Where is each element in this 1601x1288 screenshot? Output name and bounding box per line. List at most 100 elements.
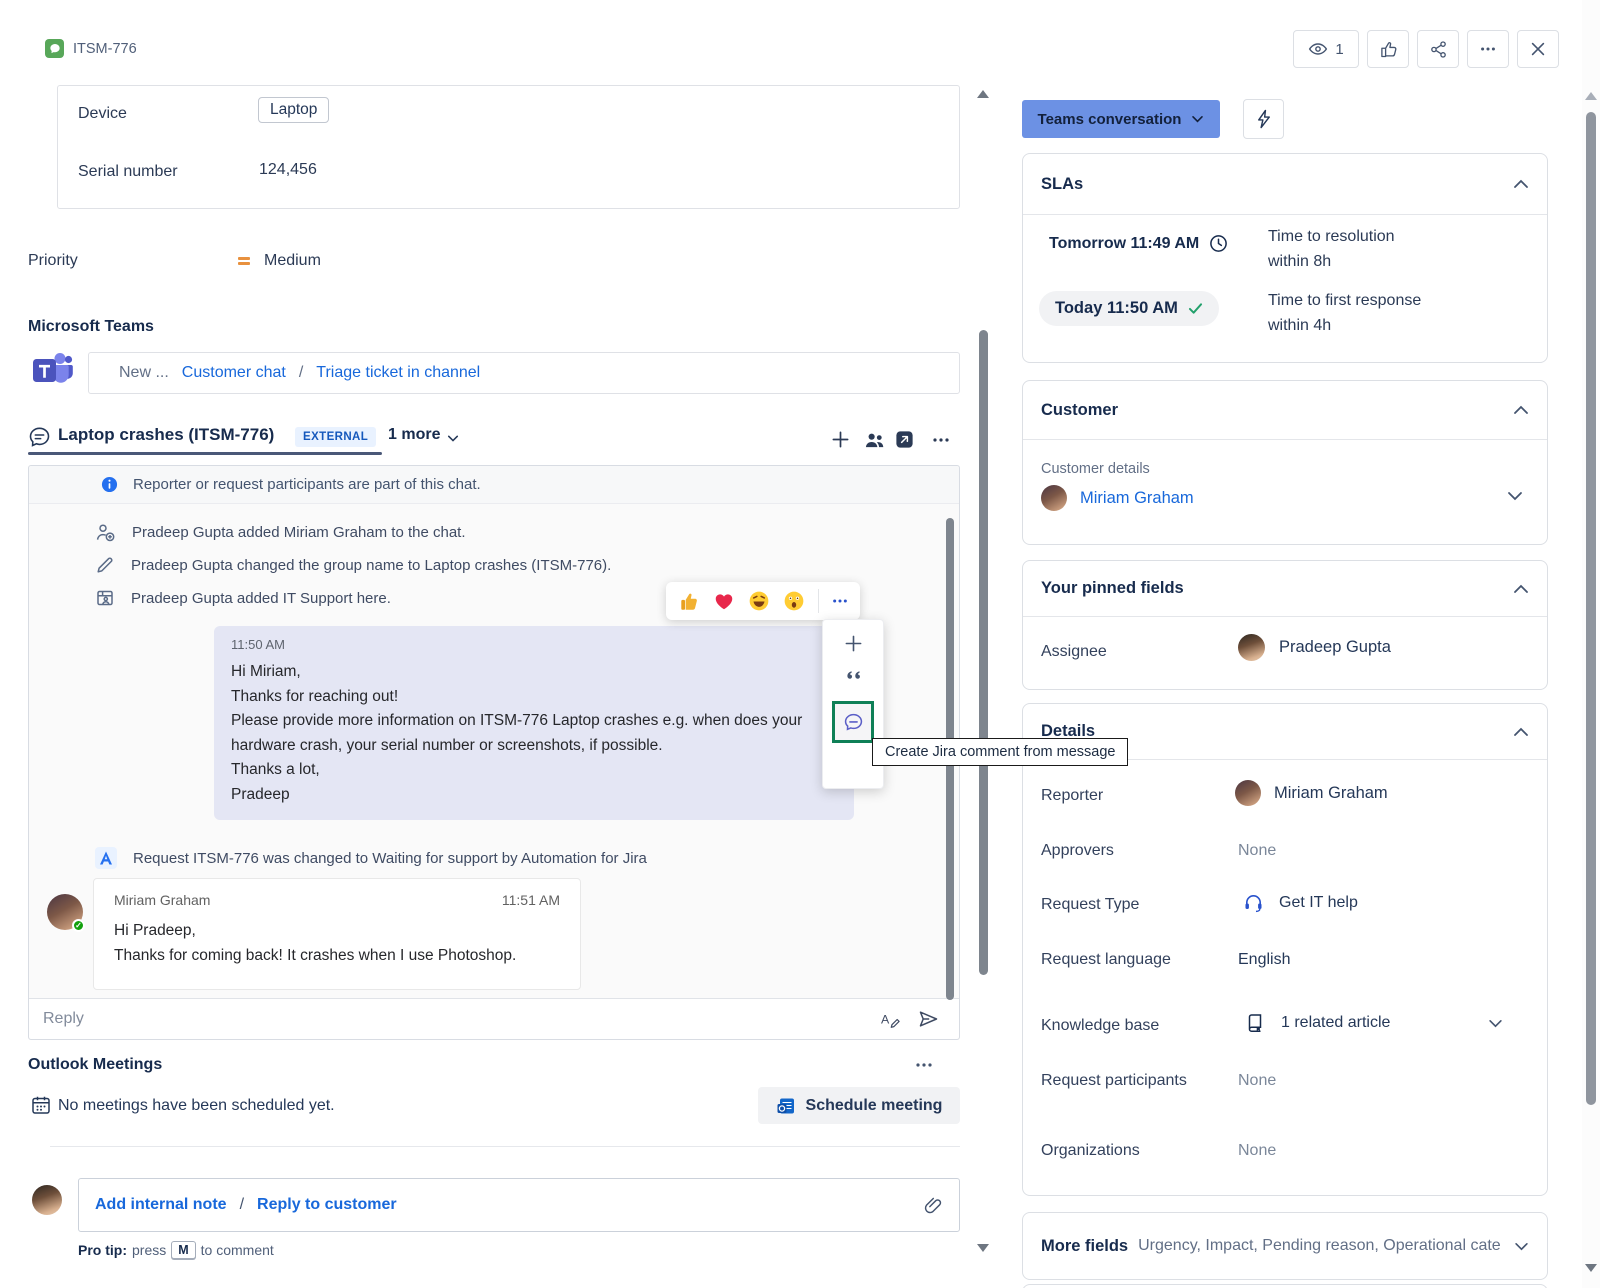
knowledge-base-value[interactable]: 1 related article bbox=[1245, 1012, 1390, 1033]
chevron-up-icon[interactable] bbox=[1513, 584, 1529, 594]
reaction-bar bbox=[666, 582, 860, 620]
person-add-icon bbox=[96, 524, 115, 542]
reply-to-customer-link[interactable]: Reply to customer bbox=[257, 1196, 397, 1214]
pro-tip: Pro tip: press M to comment bbox=[78, 1241, 274, 1259]
priority-label: Priority bbox=[28, 252, 78, 269]
ticket-id[interactable]: ITSM-776 bbox=[73, 41, 137, 57]
chat-message-incoming[interactable]: Miriam Graham 11:51 AM Hi Pradeep, Thank… bbox=[93, 878, 581, 990]
request-participants-value[interactable]: None bbox=[1238, 1072, 1276, 1090]
share-icon bbox=[1430, 40, 1446, 58]
chevron-down-icon[interactable] bbox=[1507, 491, 1523, 501]
more-chats-dropdown[interactable]: 1 more bbox=[388, 426, 440, 444]
main-scrollbar[interactable] bbox=[976, 0, 991, 1288]
attach-icon[interactable] bbox=[923, 1195, 943, 1215]
ellipsis-icon bbox=[1481, 47, 1495, 51]
close-button[interactable] bbox=[1517, 30, 1559, 68]
create-jira-comment-button[interactable] bbox=[832, 701, 874, 743]
scroll-thumb[interactable] bbox=[1586, 112, 1596, 1105]
no-meetings-text: No meetings have been scheduled yet. bbox=[58, 1097, 335, 1114]
more-fields-summary: Urgency, Impact, Pending reason, Operati… bbox=[1138, 1237, 1500, 1254]
knowledge-base-label: Knowledge base bbox=[1041, 1017, 1160, 1034]
organizations-value[interactable]: None bbox=[1238, 1142, 1276, 1160]
chevron-up-icon[interactable] bbox=[1513, 727, 1529, 737]
header-actions: 1 bbox=[1293, 30, 1559, 68]
thumbs-up-reaction-icon[interactable] bbox=[678, 590, 700, 612]
book-icon bbox=[1248, 1014, 1262, 1032]
pinned-fields-header[interactable]: Your pinned fields bbox=[1023, 561, 1547, 616]
heart-reaction-icon[interactable] bbox=[713, 590, 735, 612]
chevron-down-icon[interactable] bbox=[1488, 1019, 1503, 1028]
customer-header[interactable]: Customer bbox=[1023, 381, 1547, 439]
comment-box[interactable]: Add internal note / Reply to customer bbox=[78, 1178, 960, 1232]
format-icon[interactable]: A bbox=[881, 1010, 901, 1029]
share-button[interactable] bbox=[1417, 30, 1459, 68]
schedule-meeting-label: Schedule meeting bbox=[805, 1096, 943, 1114]
chat-add-button[interactable] bbox=[831, 430, 850, 449]
chat-members-icon[interactable] bbox=[864, 430, 885, 450]
scroll-thumb[interactable] bbox=[979, 330, 988, 975]
chevron-up-icon[interactable] bbox=[1513, 179, 1529, 189]
scroll-up-icon[interactable] bbox=[977, 90, 989, 98]
send-icon[interactable] bbox=[918, 1009, 939, 1029]
customer-chat-link[interactable]: Customer chat bbox=[182, 364, 286, 382]
avatar-miriam[interactable]: ✓ bbox=[47, 894, 85, 932]
chat-message-outgoing[interactable]: 11:50 AM Hi Miriam, Thanks for reaching … bbox=[214, 626, 854, 820]
chevron-down-icon[interactable] bbox=[1514, 1242, 1529, 1251]
reply-input[interactable]: Reply bbox=[43, 1010, 84, 1028]
scroll-up-icon[interactable] bbox=[1585, 92, 1597, 100]
pinned-fields-card: Your pinned fields Assignee Pradeep Gupt… bbox=[1022, 560, 1548, 690]
customer-name-link[interactable]: Miriam Graham bbox=[1080, 489, 1194, 508]
scroll-down-icon[interactable] bbox=[1585, 1264, 1597, 1272]
open-in-teams-icon[interactable] bbox=[894, 429, 915, 450]
request-type-value[interactable]: Get IT help bbox=[1243, 892, 1358, 913]
device-field-value[interactable]: Laptop bbox=[258, 97, 330, 123]
outlook-more-icon[interactable] bbox=[915, 1062, 933, 1068]
add-reaction-icon[interactable] bbox=[844, 634, 863, 653]
chat-banner-text: Reporter or request participants are par… bbox=[133, 476, 481, 493]
add-internal-note-link[interactable]: Add internal note bbox=[95, 1196, 227, 1214]
slas-header[interactable]: SLAs bbox=[1023, 154, 1547, 214]
chat-info-banner: Reporter or request participants are par… bbox=[29, 466, 959, 504]
customer-row[interactable]: Miriam Graham bbox=[1041, 485, 1194, 511]
teams-section-title: Microsoft Teams bbox=[28, 318, 154, 335]
device-field-label: Device bbox=[78, 105, 127, 122]
avatar-current-user bbox=[32, 1185, 62, 1215]
presence-available-icon: ✓ bbox=[72, 919, 85, 932]
surprised-reaction-icon[interactable] bbox=[783, 590, 805, 612]
scroll-down-icon[interactable] bbox=[977, 1244, 989, 1252]
priority-value[interactable]: Medium bbox=[264, 252, 321, 270]
teams-chat-launcher: New ... Customer chat / Triage ticket in… bbox=[88, 352, 960, 394]
more-fields-title: More fields bbox=[1041, 1236, 1129, 1255]
more-fields-card[interactable]: More fields Urgency, Impact, Pending rea… bbox=[1022, 1212, 1548, 1280]
reporter-value[interactable]: Miriam Graham bbox=[1235, 780, 1388, 806]
schedule-meeting-button[interactable]: Schedule meeting bbox=[758, 1087, 960, 1124]
info-icon bbox=[101, 476, 118, 493]
custom-fields-card: Device Laptop Serial number 124,456 bbox=[57, 85, 960, 209]
avatar-miriam bbox=[1041, 485, 1067, 511]
slas-card: SLAs Tomorrow 11:49 AM Time to resolutio… bbox=[1022, 153, 1548, 363]
page-scrollbar[interactable] bbox=[1582, 0, 1600, 1288]
sla-description: Time to resolution within 8h bbox=[1268, 228, 1395, 270]
request-language-value[interactable]: English bbox=[1238, 951, 1290, 969]
chat-more-icon[interactable] bbox=[932, 437, 950, 443]
chevron-down-icon[interactable] bbox=[446, 432, 460, 444]
comment-from-message-icon bbox=[844, 713, 862, 731]
chat-event: Pradeep Gupta added Miriam Graham to the… bbox=[95, 522, 466, 543]
request-participants-label: Request participants bbox=[1041, 1072, 1187, 1089]
triage-ticket-link[interactable]: Triage ticket in channel bbox=[316, 364, 480, 382]
quote-icon[interactable] bbox=[844, 670, 862, 684]
chevron-up-icon[interactable] bbox=[1513, 405, 1529, 415]
like-button[interactable] bbox=[1367, 30, 1409, 68]
approvers-value[interactable]: None bbox=[1238, 842, 1276, 860]
assignee-value[interactable]: Pradeep Gupta bbox=[1238, 634, 1391, 661]
automation-rules-button[interactable] bbox=[1243, 99, 1284, 139]
serial-field-value[interactable]: 124,456 bbox=[259, 161, 317, 179]
laughing-reaction-icon[interactable] bbox=[748, 590, 770, 612]
tab-chat-title[interactable]: Laptop crashes (ITSM-776) bbox=[58, 425, 274, 445]
teams-conversation-button[interactable]: Teams conversation bbox=[1022, 100, 1220, 138]
more-reactions-icon[interactable] bbox=[832, 598, 848, 604]
outlook-calendar-icon bbox=[777, 1098, 794, 1113]
watch-button[interactable]: 1 bbox=[1293, 30, 1359, 68]
details-card: Details Reporter Miriam Graham Approvers… bbox=[1022, 703, 1548, 1196]
more-actions-button[interactable] bbox=[1467, 30, 1509, 68]
